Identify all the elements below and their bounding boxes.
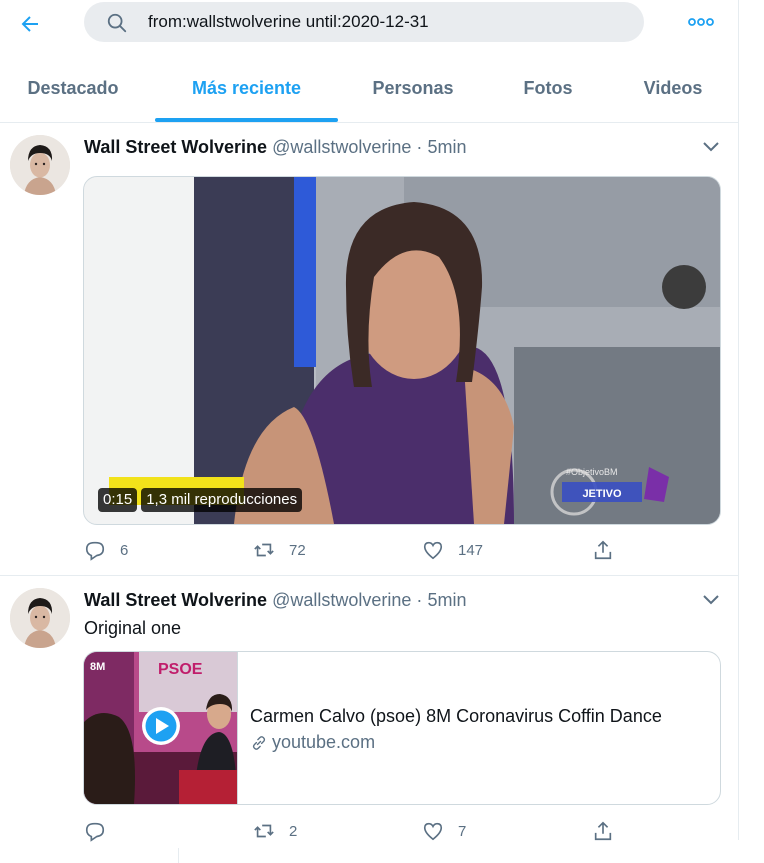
thumb-tag: 8M bbox=[90, 661, 105, 673]
more-dots-icon bbox=[688, 18, 714, 26]
thumb-brand: PSOE bbox=[158, 661, 203, 678]
reply-button[interactable]: 6 bbox=[84, 535, 128, 565]
link-icon bbox=[252, 735, 266, 750]
avatar-image bbox=[10, 588, 70, 648]
card-thumbnail-image: 8M PSOE bbox=[84, 652, 237, 804]
tweet-header: Wall Street Wolverine @wallstwolverine ·… bbox=[84, 135, 466, 159]
card-title: Carmen Calvo (psoe) 8M Coronavirus Coffi… bbox=[250, 706, 662, 726]
share-icon bbox=[594, 540, 612, 560]
search-input[interactable]: from:wallstwolverine until:2020-12-31 bbox=[84, 2, 644, 42]
tweet-header: Wall Street Wolverine @wallstwolverine ·… bbox=[84, 588, 466, 612]
share-button[interactable] bbox=[592, 816, 628, 846]
retweet-icon bbox=[254, 824, 274, 838]
separator-dot: · bbox=[416, 137, 423, 157]
tweet-actions: 6 72 147 bbox=[84, 535, 644, 565]
search-tabs: Destacado Más reciente Personas Fotos Vi… bbox=[0, 56, 738, 123]
arrow-left-icon bbox=[21, 16, 38, 32]
user-handle[interactable]: @wallstwolverine bbox=[272, 137, 411, 157]
retweet-count: 2 bbox=[289, 822, 298, 840]
video-stats: 0:15 1,3 mil reproducciones bbox=[98, 488, 306, 512]
share-icon bbox=[594, 821, 612, 841]
like-count: 147 bbox=[458, 541, 484, 559]
overlay-logo: JETIVO bbox=[582, 488, 622, 500]
tweet[interactable]: Wall Street Wolverine @wallstwolverine ·… bbox=[0, 576, 738, 863]
video-views: 1,3 mil reproducciones bbox=[141, 488, 303, 512]
retweet-button[interactable]: 2 bbox=[253, 816, 297, 846]
card-domain: youtube.com bbox=[250, 732, 375, 753]
more-button[interactable] bbox=[686, 10, 716, 34]
like-count: 7 bbox=[458, 822, 467, 840]
separator-dot: · bbox=[416, 590, 423, 610]
retweet-button[interactable]: 72 bbox=[253, 535, 306, 565]
video-thumbnail: JETIVO #ObjetivoBM bbox=[84, 177, 720, 524]
card-domain-text: youtube.com bbox=[272, 732, 376, 752]
heart-icon bbox=[423, 822, 443, 841]
display-name[interactable]: Wall Street Wolverine bbox=[84, 590, 267, 610]
avatar[interactable] bbox=[10, 588, 70, 648]
tweet[interactable]: Wall Street Wolverine @wallstwolverine ·… bbox=[0, 123, 738, 576]
tab-fotos[interactable]: Fotos bbox=[510, 56, 586, 122]
search-icon bbox=[107, 13, 127, 33]
tab-personas[interactable]: Personas bbox=[360, 56, 466, 122]
like-button[interactable]: 147 bbox=[422, 535, 483, 565]
like-button[interactable]: 7 bbox=[422, 816, 466, 846]
back-button[interactable] bbox=[14, 8, 46, 40]
tweet-actions: 2 7 bbox=[84, 816, 644, 846]
user-handle[interactable]: @wallstwolverine bbox=[272, 590, 411, 610]
column-border bbox=[738, 0, 739, 840]
search-header: from:wallstwolverine until:2020-12-31 bbox=[0, 0, 738, 48]
video-player[interactable]: JETIVO #ObjetivoBM 0:15 1,3 mil reproduc… bbox=[83, 176, 721, 525]
tweet-text: Original one bbox=[84, 618, 182, 638]
retweet-icon bbox=[254, 543, 274, 557]
video-duration: 0:15 bbox=[98, 488, 138, 512]
reply-count: 6 bbox=[120, 541, 129, 559]
share-button[interactable] bbox=[592, 535, 628, 565]
overlay-tag: #ObjetivoBM bbox=[566, 467, 618, 477]
search-query[interactable]: from:wallstwolverine until:2020-12-31 bbox=[148, 2, 429, 42]
tab-mas-reciente[interactable]: Más reciente bbox=[155, 56, 338, 122]
chevron-down-icon[interactable] bbox=[700, 588, 722, 610]
timestamp[interactable]: 5min bbox=[427, 137, 466, 157]
timestamp[interactable]: 5min bbox=[427, 590, 466, 610]
display-name[interactable]: Wall Street Wolverine bbox=[84, 137, 267, 157]
reply-icon bbox=[85, 822, 105, 842]
heart-icon bbox=[423, 541, 443, 560]
retweet-count: 72 bbox=[289, 541, 306, 559]
chevron-down-icon[interactable] bbox=[700, 135, 722, 157]
avatar-image bbox=[10, 135, 70, 195]
card-thumbnail: 8M PSOE bbox=[84, 652, 238, 804]
tab-destacado[interactable]: Destacado bbox=[10, 56, 136, 122]
reply-button[interactable] bbox=[84, 816, 120, 846]
link-card[interactable]: 8M PSOE Carmen Calvo (psoe) 8M Coronavir… bbox=[83, 651, 721, 805]
avatar[interactable] bbox=[10, 135, 70, 195]
reply-icon bbox=[85, 541, 105, 561]
tab-videos[interactable]: Videos bbox=[630, 56, 716, 122]
